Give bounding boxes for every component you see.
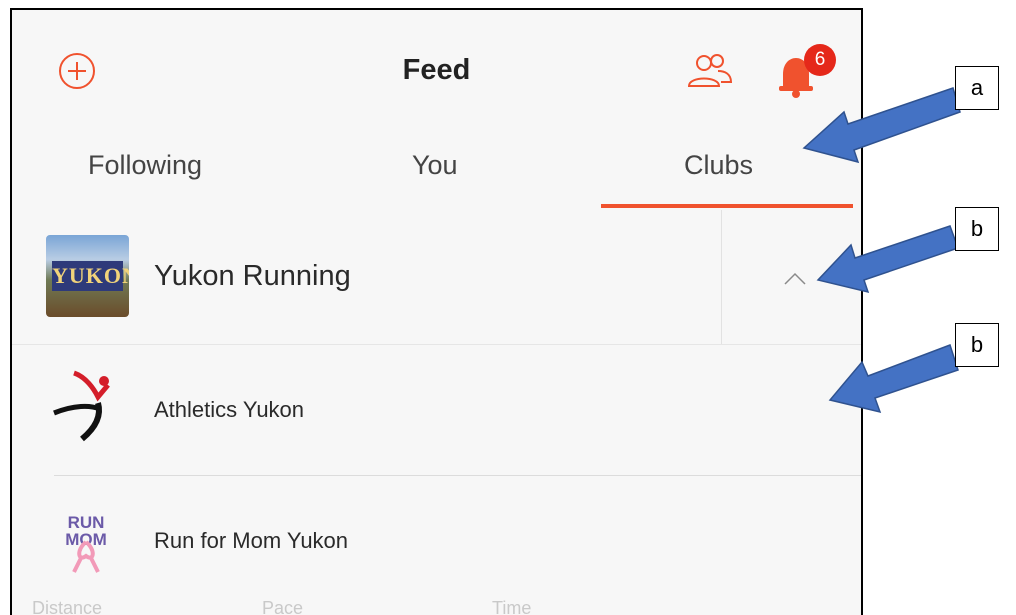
tab-clubs[interactable]: Clubs xyxy=(684,150,753,181)
partial-stats-row: Distance Pace Time xyxy=(12,598,861,615)
club-selector[interactable]: YUKON Yukon Running xyxy=(12,210,861,345)
chevron-up-icon[interactable] xyxy=(782,266,808,292)
active-tab-indicator xyxy=(601,204,853,208)
svg-text:MOM: MOM xyxy=(65,530,107,549)
stat-label: Time xyxy=(492,598,532,615)
stat-label: Distance xyxy=(32,598,103,615)
annotation-label-b: b xyxy=(955,323,999,367)
athletics-yukon-logo xyxy=(53,370,110,442)
club-thumbnail: YUKON xyxy=(46,235,129,317)
run-for-mom-logo: RUN MOM xyxy=(65,513,107,573)
list-item-label: Run for Mom Yukon xyxy=(154,528,349,553)
app-screen: Feed 6 Following You Clubs YUKON Yukon R… xyxy=(10,8,863,615)
tab-following[interactable]: Following xyxy=(88,150,202,181)
annotation-label-b: b xyxy=(955,207,999,251)
people-icon[interactable] xyxy=(685,52,735,92)
club-name: Yukon Running xyxy=(154,260,351,292)
tab-you[interactable]: You xyxy=(412,150,458,181)
annotation-label-a: a xyxy=(955,66,999,110)
list-item-label: Athletics Yukon xyxy=(154,397,305,422)
list-item[interactable]: Athletics Yukon xyxy=(12,345,861,475)
divider xyxy=(721,210,722,344)
notification-badge: 6 xyxy=(804,44,836,76)
stat-label: Pace xyxy=(262,598,304,615)
feed-tabs: Following You Clubs xyxy=(12,118,861,211)
list-item[interactable]: RUN MOM Run for Mom Yukon xyxy=(12,476,861,606)
club-thumbnail-text: YUKON xyxy=(52,261,129,291)
header-bar: Feed 6 xyxy=(12,10,861,119)
